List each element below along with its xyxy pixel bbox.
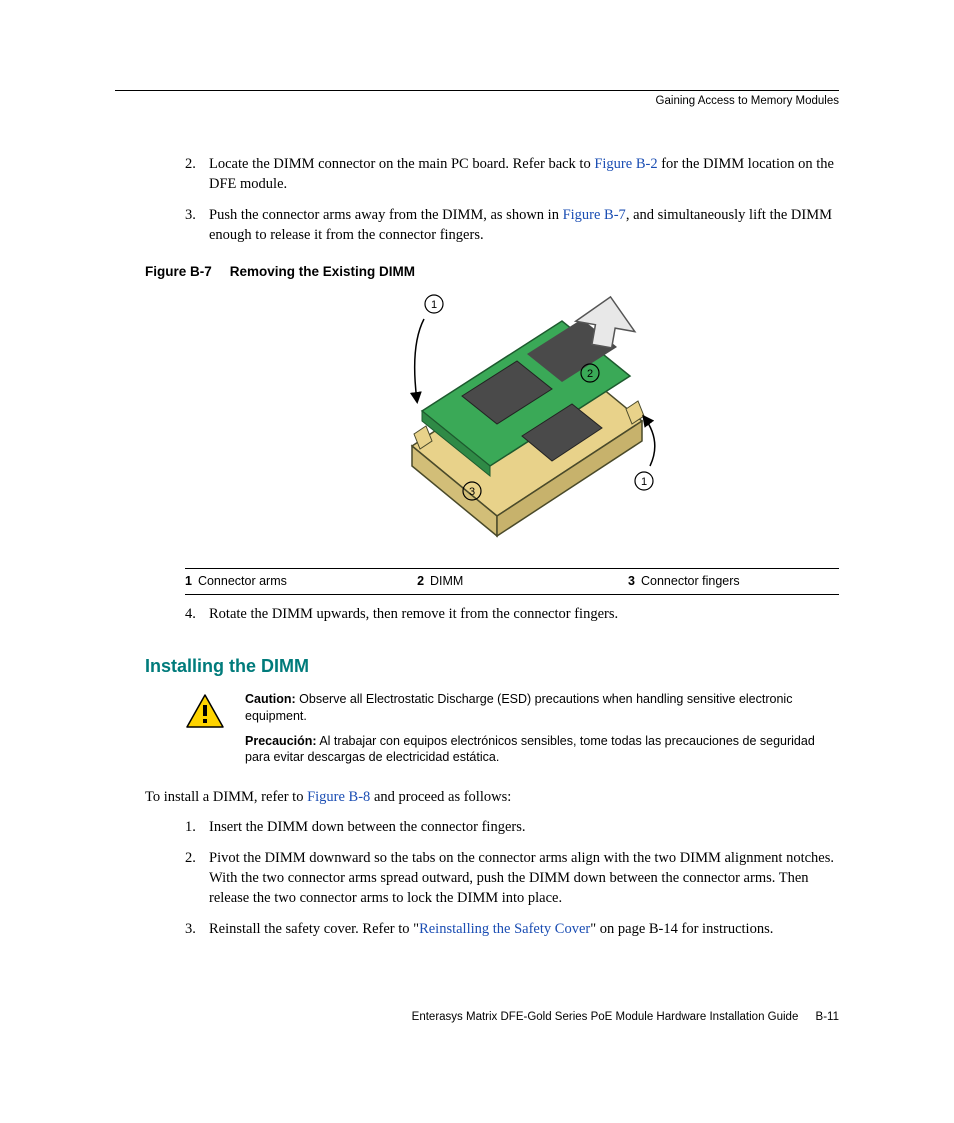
step-text: Push the connector arms away from the DI… [209, 206, 839, 245]
procedure-list-c: 1. Insert the DIMM down between the conn… [185, 818, 839, 940]
page-footer: Enterasys Matrix DFE-Gold Series PoE Mod… [412, 1011, 839, 1023]
step-number: 2. [185, 849, 209, 908]
intro-paragraph: To install a DIMM, refer to Figure B-8 a… [145, 788, 839, 808]
step-number: 1. [185, 818, 209, 838]
section-heading: Installing the DIMM [145, 654, 839, 678]
page-number: B-11 [816, 1011, 839, 1023]
list-item: 2. Pivot the DIMM downward so the tabs o… [185, 849, 839, 908]
svg-text:1: 1 [641, 476, 647, 488]
figure-caption: Figure B-7 Removing the Existing DIMM [145, 263, 839, 281]
figure-title: Removing the Existing DIMM [230, 264, 415, 279]
dimm-illustration: 1 1 2 3 [362, 291, 662, 551]
step-text: Pivot the DIMM downward so the tabs on t… [209, 849, 839, 908]
list-item: 4. Rotate the DIMM upwards, then remove … [185, 605, 839, 625]
procedure-list-a: 2. Locate the DIMM connector on the main… [185, 155, 839, 245]
caution-text: Caution: Observe all Electrostatic Disch… [245, 691, 839, 775]
xref-link[interactable]: Figure B-7 [563, 207, 626, 223]
step-text: Rotate the DIMM upwards, then remove it … [209, 605, 839, 625]
step-text: Insert the DIMM down between the connect… [209, 818, 839, 838]
procedure-list-b: 4. Rotate the DIMM upwards, then remove … [185, 605, 839, 625]
figure-image: 1 1 2 3 [185, 291, 839, 558]
step-number: 4. [185, 605, 209, 625]
xref-link[interactable]: Figure B-2 [594, 156, 657, 172]
content-area: 2. Locate the DIMM connector on the main… [185, 115, 839, 940]
callout-1a: 1 [415, 295, 443, 401]
step-number: 2. [185, 155, 209, 194]
list-item: 3. Push the connector arms away from the… [185, 206, 839, 245]
legend-item: 2 DIMM [417, 573, 628, 590]
legend-number: 3 [628, 573, 635, 590]
svg-text:3: 3 [469, 486, 475, 498]
svg-text:1: 1 [431, 299, 437, 311]
xref-link[interactable]: Reinstalling the Safety Cover [419, 921, 590, 937]
running-header: Gaining Access to Memory Modules [656, 95, 839, 107]
xref-link[interactable]: Figure B-8 [307, 789, 370, 805]
list-item: 1. Insert the DIMM down between the conn… [185, 818, 839, 838]
legend-item: 1 Connector arms [185, 573, 417, 590]
legend-number: 1 [185, 573, 192, 590]
step-number: 3. [185, 206, 209, 245]
header-rule [115, 90, 839, 91]
legend-number: 2 [417, 573, 424, 590]
legend-text: DIMM [430, 573, 463, 590]
step-text: Locate the DIMM connector on the main PC… [209, 155, 839, 194]
list-item: 2. Locate the DIMM connector on the main… [185, 155, 839, 194]
warning-icon [185, 691, 231, 775]
svg-text:2: 2 [587, 368, 593, 380]
page: Gaining Access to Memory Modules 2. Loca… [0, 0, 954, 1123]
figure-label: Figure B-7 [145, 264, 212, 279]
legend-text: Connector arms [198, 573, 287, 590]
legend-item: 3 Connector fingers [628, 573, 839, 590]
footer-doc-title: Enterasys Matrix DFE-Gold Series PoE Mod… [412, 1011, 799, 1023]
legend-text: Connector fingers [641, 573, 740, 590]
step-number: 3. [185, 920, 209, 940]
callout-legend: 1 Connector arms 2 DIMM 3 Connector fing… [185, 568, 839, 595]
step-text: Reinstall the safety cover. Refer to "Re… [209, 920, 839, 940]
caution-note: Caution: Observe all Electrostatic Disch… [185, 691, 839, 775]
list-item: 3. Reinstall the safety cover. Refer to … [185, 920, 839, 940]
